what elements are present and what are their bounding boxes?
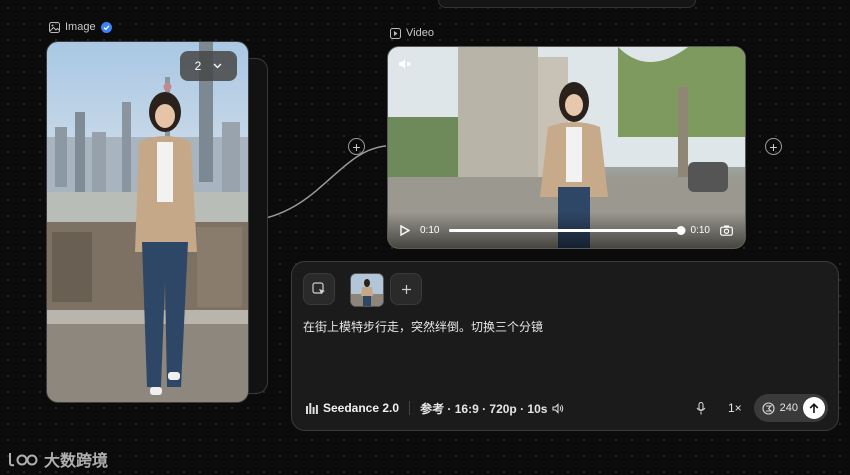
video-node-label: Video [390, 27, 434, 39]
watermark: 大数跨境 [8, 447, 108, 471]
add-connection-right-button[interactable]: + [765, 138, 782, 155]
image-icon [49, 21, 60, 33]
chevron-down-icon [213, 63, 222, 69]
add-reference-button[interactable] [390, 273, 422, 305]
model-name: Seedance 2.0 [323, 401, 400, 415]
generation-settings[interactable]: 参考 · 16:9 · 720p · 10s [420, 400, 564, 417]
image-count-value: 2 [194, 59, 202, 73]
video-controls: 0:10 0:10 [388, 212, 745, 248]
play-icon[interactable] [400, 224, 410, 236]
image-count-select[interactable]: 2 [180, 51, 237, 81]
watermark-logo-icon [9, 453, 38, 467]
watermark-text: 大数跨境 [44, 453, 109, 470]
video-seek-fill [449, 228, 681, 232]
reference-thumbnail[interactable] [350, 273, 384, 307]
prompt-input[interactable]: 在街上模特步行走，突然绊倒。切换三个分镜 [303, 318, 543, 335]
add-connection-left-button[interactable]: + [348, 138, 365, 155]
microphone-button[interactable] [696, 401, 706, 415]
submit-button[interactable] [803, 397, 825, 419]
credits-icon [762, 401, 775, 415]
reference-thumbnail-image [351, 274, 383, 306]
speed-multiplier[interactable]: 1× [728, 401, 742, 415]
video-card[interactable]: 0:10 0:10 [387, 46, 746, 249]
microphone-icon [696, 401, 706, 414]
top-node-stub [438, 0, 696, 8]
generation-settings-text: 参考 · 16:9 · 720p · 10s [420, 401, 548, 416]
generated-image-photo [47, 42, 248, 402]
speaker-icon [552, 402, 564, 414]
plus-icon [401, 284, 411, 294]
prompt-footer: Seedance 2.0 参考 · 16:9 · 720p · 10s 1× 2… [306, 394, 828, 422]
footer-divider [409, 401, 411, 415]
video-current-time: 0:10 [420, 224, 440, 236]
model-selector[interactable]: Seedance 2.0 [306, 401, 399, 415]
image-node-title: Image [65, 21, 96, 33]
image-node-label: Image [49, 21, 112, 33]
video-seek-bar[interactable] [449, 225, 686, 235]
video-seek-thumb[interactable] [676, 225, 686, 235]
audio-bars-icon [306, 402, 318, 414]
camera-icon[interactable] [720, 225, 733, 236]
arrow-up-icon [809, 402, 819, 413]
muted-icon[interactable] [397, 57, 411, 71]
verified-check-icon [100, 21, 112, 33]
prompt-panel: 在街上模特步行走，突然绊倒。切换三个分镜 Seedance 2.0 参考 · 1… [291, 261, 839, 431]
image-card[interactable] [46, 41, 249, 403]
credits-count: 240 [779, 402, 798, 414]
select-reference-button[interactable] [303, 273, 335, 305]
select-frame-icon [312, 282, 325, 295]
credits-submit-group: 240 [753, 394, 828, 422]
video-icon [390, 27, 401, 39]
video-node-title: Video [406, 27, 434, 39]
video-duration: 0:10 [690, 224, 710, 236]
